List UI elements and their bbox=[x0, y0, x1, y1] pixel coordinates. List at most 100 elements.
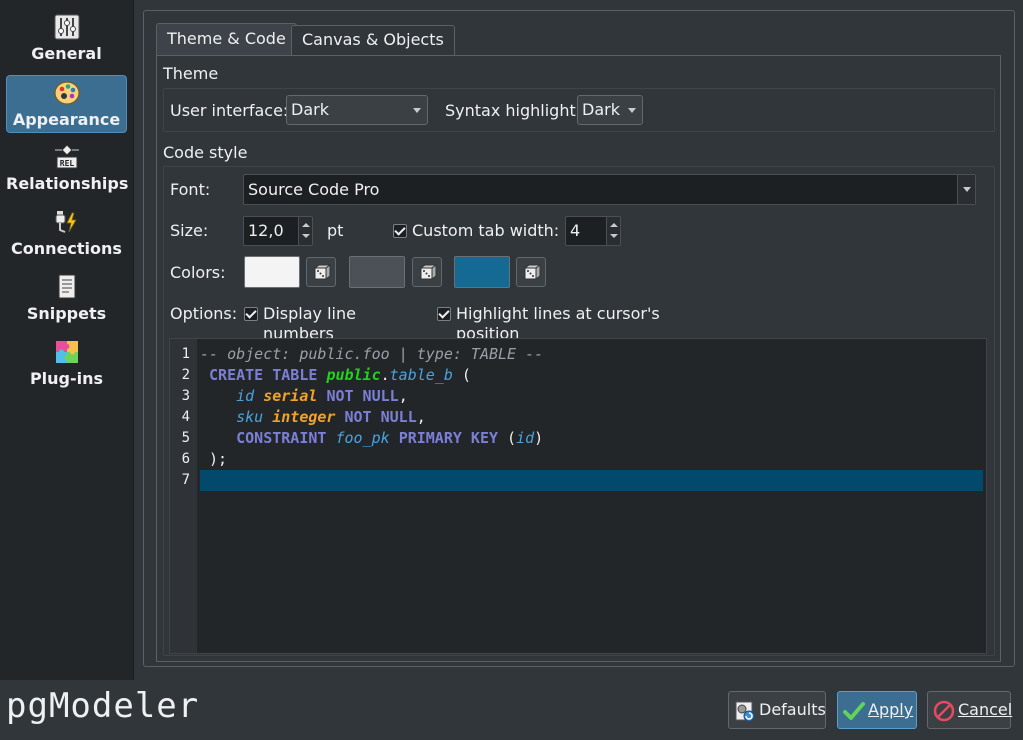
code-token: ) bbox=[534, 429, 544, 447]
sidebar-item-label: Connections bbox=[11, 239, 122, 258]
line-number: 6 bbox=[181, 451, 190, 467]
checkbox-checked-icon bbox=[244, 307, 258, 321]
highlight-cursor-line-checkbox[interactable]: Highlight lines at cursor's position bbox=[437, 304, 717, 343]
code-token: NOT NULL bbox=[344, 408, 417, 426]
current-line-highlight bbox=[200, 470, 983, 491]
font-dropdown-button[interactable] bbox=[957, 175, 975, 204]
spin-buttons[interactable] bbox=[606, 217, 620, 245]
code-line: -- object: public.foo | type: TABLE -- bbox=[200, 344, 543, 365]
sidebar-item-label: Relationships bbox=[6, 174, 129, 193]
spin-buttons[interactable] bbox=[298, 217, 312, 245]
cancel-icon bbox=[933, 700, 955, 722]
syntax-theme-label: Syntax highlight: bbox=[445, 101, 582, 120]
custom-tab-width-checkbox[interactable]: Custom tab width: bbox=[393, 221, 563, 241]
cancel-button-label: Cancel bbox=[958, 700, 1013, 719]
arrow-up-icon bbox=[610, 223, 618, 227]
plug-icon bbox=[55, 211, 77, 233]
options-label: Options: bbox=[170, 304, 238, 323]
chevron-down-icon bbox=[413, 108, 421, 113]
sidebar-item-general[interactable]: General bbox=[6, 10, 127, 68]
font-size-value: 12,0 bbox=[248, 221, 284, 240]
apply-button[interactable]: Apply bbox=[837, 691, 917, 729]
color-picker-button[interactable] bbox=[306, 257, 336, 287]
code-token: NOT NULL bbox=[326, 387, 399, 405]
sidebar-item-appearance[interactable]: Appearance bbox=[6, 75, 127, 133]
display-line-numbers-checkbox[interactable]: Display line numbers bbox=[244, 304, 424, 343]
sidebar-item-snippets[interactable]: Snippets bbox=[6, 270, 127, 328]
sidebar-item-label: Snippets bbox=[26, 304, 107, 323]
sidebar-item-connections[interactable]: Connections bbox=[6, 205, 127, 263]
dice-icon bbox=[523, 264, 542, 280]
code-token: sku bbox=[236, 408, 264, 426]
relationship-icon: REL bbox=[54, 144, 79, 169]
code-token: public bbox=[326, 366, 381, 384]
settings-sidebar: General Appearance REL Relationships Con… bbox=[0, 0, 134, 680]
sidebar-item-label: General bbox=[31, 44, 102, 63]
sidebar-item-relationships[interactable]: REL Relationships bbox=[6, 140, 129, 198]
arrow-down-icon bbox=[610, 234, 618, 238]
tab-canvas-objects[interactable]: Canvas & Objects bbox=[291, 25, 455, 55]
code-token: PRIMARY KEY bbox=[398, 429, 499, 447]
size-label: Size: bbox=[170, 221, 209, 240]
code-token: , bbox=[398, 387, 408, 405]
sidebar-item-label: Appearance bbox=[12, 110, 121, 129]
syntax-theme-value: Dark bbox=[582, 100, 620, 119]
tab-theme-code[interactable]: Theme & Code bbox=[156, 23, 297, 55]
syntax-theme-combo[interactable]: Dark bbox=[577, 95, 643, 125]
defaults-button[interactable]: Defaults bbox=[728, 691, 826, 729]
code-token: foo_pk bbox=[335, 429, 390, 447]
code-token: . bbox=[380, 366, 390, 384]
code-token: integer bbox=[272, 408, 336, 426]
code-token: id bbox=[236, 387, 255, 405]
defaults-button-label: Defaults bbox=[759, 700, 826, 719]
palette-icon bbox=[53, 81, 80, 105]
sliders-icon bbox=[54, 14, 79, 40]
ui-theme-label: User interface: bbox=[170, 101, 289, 120]
code-token: , bbox=[416, 408, 426, 426]
line-number: 2 bbox=[181, 367, 190, 383]
ui-theme-value: Dark bbox=[291, 100, 329, 119]
puzzle-icon bbox=[55, 341, 78, 363]
font-size-spinbox[interactable]: 12,0 bbox=[243, 216, 313, 246]
color-picker-button[interactable] bbox=[412, 257, 442, 287]
font-label: Font: bbox=[170, 180, 211, 199]
color-picker-button[interactable] bbox=[516, 257, 546, 287]
code-token: CONSTRAINT bbox=[236, 429, 327, 447]
code-line: ); bbox=[200, 449, 227, 470]
line-number: 1 bbox=[181, 346, 190, 362]
sidebar-item-plugins[interactable]: Plug-ins bbox=[6, 335, 127, 393]
color-swatch-font[interactable] bbox=[244, 256, 300, 288]
colors-label: Colors: bbox=[170, 263, 226, 282]
tab-width-value: 4 bbox=[570, 221, 581, 240]
tab-width-spinbox[interactable]: 4 bbox=[565, 216, 621, 246]
apply-button-label: Apply bbox=[868, 700, 914, 719]
checkmark-icon bbox=[843, 702, 865, 720]
code-token: ( bbox=[498, 429, 517, 447]
code-token: serial bbox=[263, 387, 318, 405]
custom-tab-width-label: Custom tab width: bbox=[412, 221, 560, 240]
cancel-button[interactable]: Cancel bbox=[927, 691, 1013, 729]
code-token: CREATE TABLE bbox=[209, 366, 318, 384]
color-swatch-line-numbers[interactable] bbox=[349, 256, 405, 288]
sidebar-item-label: Plug-ins bbox=[29, 369, 104, 388]
svg-text:REL: REL bbox=[59, 159, 74, 168]
chevron-down-icon bbox=[628, 108, 636, 113]
pgmodeler-logo: pgModeler bbox=[6, 686, 200, 726]
font-combo[interactable]: Source Code Pro bbox=[243, 174, 976, 205]
code-preview-editor[interactable]: 1 2 3 4 5 6 7 -- object: public.foo | type: TA… bbox=[169, 338, 987, 654]
color-swatch-highlight[interactable] bbox=[454, 256, 510, 288]
size-unit-label: pt bbox=[327, 221, 344, 240]
code-token: table_b bbox=[389, 366, 453, 384]
font-value: Source Code Pro bbox=[248, 180, 380, 199]
ui-theme-combo[interactable]: Dark bbox=[286, 95, 428, 125]
code-token: ); bbox=[200, 450, 228, 468]
line-number: 3 bbox=[181, 388, 190, 404]
